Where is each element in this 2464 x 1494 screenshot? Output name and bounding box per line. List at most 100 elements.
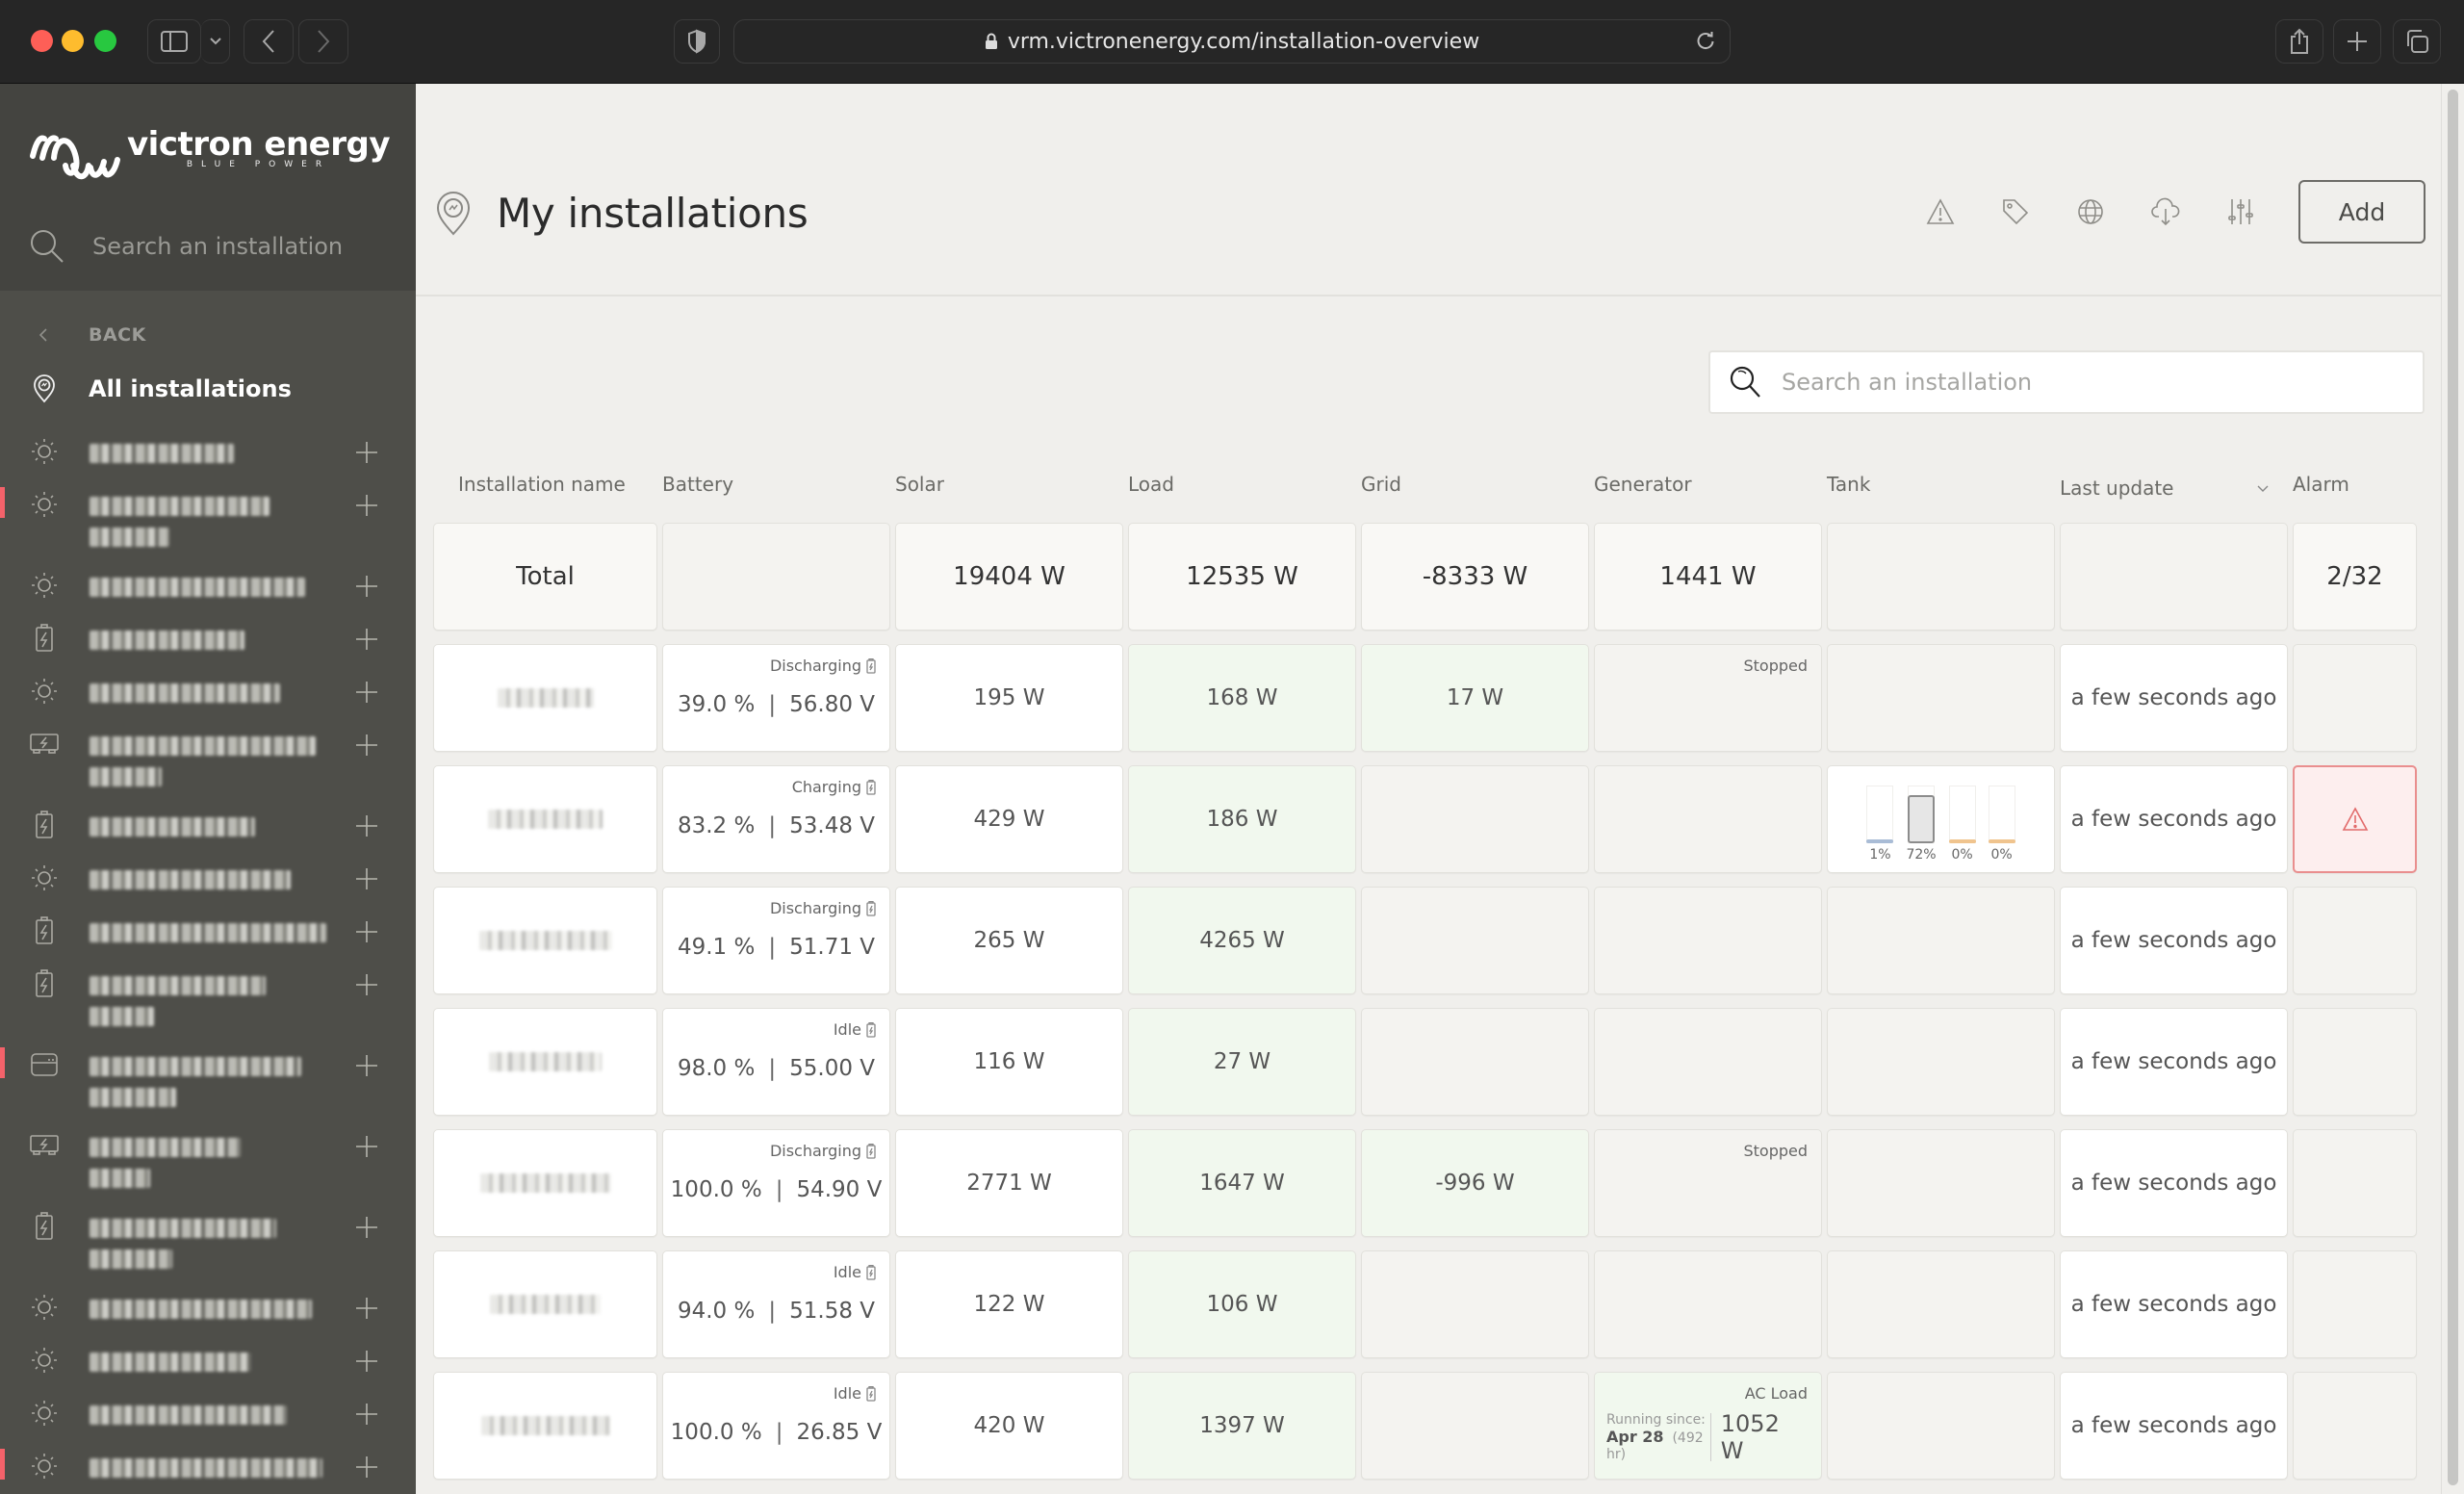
scrollbar[interactable] — [2441, 84, 2464, 1494]
plus-icon[interactable] — [354, 1349, 379, 1374]
reload-icon[interactable] — [1695, 31, 1716, 58]
battery-voltage: 51.71 V — [789, 935, 876, 960]
sidebar-installation-item[interactable] — [0, 908, 416, 961]
sidebar-installation-item[interactable] — [0, 428, 416, 481]
sidebar-installation-item[interactable] — [0, 615, 416, 668]
plus-icon[interactable] — [354, 919, 379, 944]
table-row[interactable]: Charging 83.2 % | 53.48 V 429 W 186 W 1% 72% 0% 0… — [433, 765, 2427, 887]
sidebar-installation-item[interactable] — [0, 1443, 416, 1494]
sidebar-toggle-button[interactable] — [147, 19, 201, 64]
column-header[interactable]: Battery — [662, 473, 895, 503]
plus-icon[interactable] — [354, 1215, 379, 1240]
column-header[interactable]: Solar — [895, 473, 1128, 503]
map-view-button[interactable] — [2073, 194, 2108, 229]
back-link[interactable]: BACK — [38, 324, 146, 346]
table-row[interactable]: Idle 98.0 % | 55.00 V 116 W 27 W a few seconds… — [433, 1008, 2427, 1129]
installation-name-cell[interactable] — [433, 644, 657, 752]
obscured-name — [497, 688, 594, 708]
plus-icon[interactable] — [354, 972, 379, 997]
table-row[interactable]: Idle 94.0 % | 51.58 V 122 W 106 W a few second… — [433, 1250, 2427, 1372]
battery-voltage: 26.85 V — [796, 1420, 883, 1445]
load-cell: 186 W — [1128, 765, 1356, 873]
column-header[interactable]: Load — [1128, 473, 1361, 503]
installation-name-cell[interactable] — [433, 1008, 657, 1116]
chevron-left-icon — [38, 328, 47, 342]
column-header[interactable]: Installation name — [433, 473, 662, 503]
globe-icon — [2078, 199, 2103, 224]
column-header[interactable]: Tank — [1827, 473, 2060, 503]
plus-icon[interactable] — [354, 866, 379, 891]
filter-button[interactable] — [2223, 194, 2258, 229]
share-button[interactable] — [2275, 19, 2323, 64]
installation-name-cell[interactable] — [433, 887, 657, 994]
plus-icon[interactable] — [354, 1455, 379, 1480]
add-installation-button[interactable]: Add — [2298, 180, 2426, 244]
installation-search-input[interactable] — [1782, 369, 2398, 396]
installation-name-cell[interactable] — [433, 1372, 657, 1480]
plus-icon[interactable] — [354, 1296, 379, 1321]
load-value: 168 W — [1206, 685, 1278, 710]
location-pin-icon — [34, 374, 55, 403]
installation-name-cell[interactable] — [433, 765, 657, 873]
installation-name-cell[interactable] — [433, 1129, 657, 1237]
tags-button[interactable] — [1998, 194, 2033, 229]
download-button[interactable] — [2148, 194, 2183, 229]
sidebar-installation-item[interactable] — [0, 802, 416, 855]
address-bar[interactable]: vrm.victronenergy.com/installation-overv… — [733, 19, 1731, 64]
plus-icon[interactable] — [354, 1402, 379, 1427]
plus-icon[interactable] — [354, 733, 379, 758]
column-header[interactable]: Generator — [1594, 473, 1827, 503]
minimize-window-button[interactable] — [62, 30, 84, 52]
sidebar-installation-item[interactable] — [0, 481, 416, 562]
sidebar-installation-item[interactable] — [0, 1337, 416, 1390]
close-window-button[interactable] — [31, 30, 53, 52]
table-row[interactable]: Discharging 49.1 % | 51.71 V 265 W 4265 W a fe… — [433, 887, 2427, 1008]
column-header[interactable]: Last update — [2060, 473, 2293, 503]
plus-icon[interactable] — [354, 1053, 379, 1078]
new-tab-button[interactable] — [2333, 19, 2381, 64]
plus-icon[interactable] — [354, 627, 379, 652]
filter-sliders-icon — [2228, 199, 2253, 224]
plus-icon[interactable] — [354, 440, 379, 465]
victron-logo[interactable]: victron energy BLUE POWER — [27, 127, 391, 185]
privacy-report-button[interactable] — [674, 19, 720, 64]
sidebar-search-input[interactable] — [92, 233, 400, 260]
maximize-window-button[interactable] — [94, 30, 116, 52]
scrollbar-thumb[interactable] — [2448, 90, 2458, 1485]
last-update-cell: a few seconds ago — [2060, 1008, 2288, 1116]
back-button[interactable] — [244, 19, 294, 64]
sidebar-installation-item[interactable] — [0, 562, 416, 615]
plus-icon[interactable] — [354, 493, 379, 518]
table-row[interactable]: Discharging 39.0 % | 56.80 V 195 W 168 W 17 W S… — [433, 644, 2427, 765]
sidebar-installation-item[interactable] — [0, 1042, 416, 1122]
alarm-cell — [2293, 644, 2417, 752]
forward-button[interactable] — [298, 19, 348, 64]
column-header[interactable]: Grid — [1361, 473, 1594, 503]
column-header[interactable]: Alarm — [2293, 473, 2422, 503]
tank-cell[interactable]: 1% 72% 0% 0% — [1827, 765, 2055, 873]
sidebar-installation-item[interactable] — [0, 1203, 416, 1284]
plus-icon[interactable] — [354, 574, 379, 599]
total-grid-cell: -8333 W — [1361, 523, 1589, 631]
sidebar-installation-item[interactable] — [0, 961, 416, 1042]
table-row[interactable]: Idle 100.0 % | 26.85 V 420 W 1397 W AC Load Run… — [433, 1372, 2427, 1493]
plus-icon[interactable] — [354, 1134, 379, 1159]
sidebar-installation-item[interactable] — [0, 668, 416, 721]
sidebar-installation-item[interactable] — [0, 1284, 416, 1337]
tab-overview-button[interactable] — [2393, 19, 2441, 64]
plus-icon[interactable] — [354, 813, 379, 838]
tab-group-dropdown[interactable] — [201, 19, 230, 64]
sidebar-installation-item[interactable] — [0, 721, 416, 802]
sidebar-installation-item[interactable] — [0, 855, 416, 908]
alarms-button[interactable] — [1923, 194, 1958, 229]
sidebar-installation-item[interactable] — [0, 1390, 416, 1443]
alarm-cell[interactable] — [2293, 765, 2417, 873]
table-row[interactable]: Discharging 100.0 % | 54.90 V 2771 W 1647 W -9… — [433, 1129, 2427, 1250]
generator-cell — [1594, 1008, 1822, 1116]
obscured-name — [90, 1405, 287, 1425]
sidebar-installation-item[interactable] — [0, 1122, 416, 1203]
installation-name-cell[interactable] — [433, 1250, 657, 1358]
battery-soc: 49.1 % — [677, 935, 756, 960]
plus-icon[interactable] — [354, 680, 379, 705]
sidebar-item-all-installations[interactable]: All installations — [33, 374, 292, 403]
